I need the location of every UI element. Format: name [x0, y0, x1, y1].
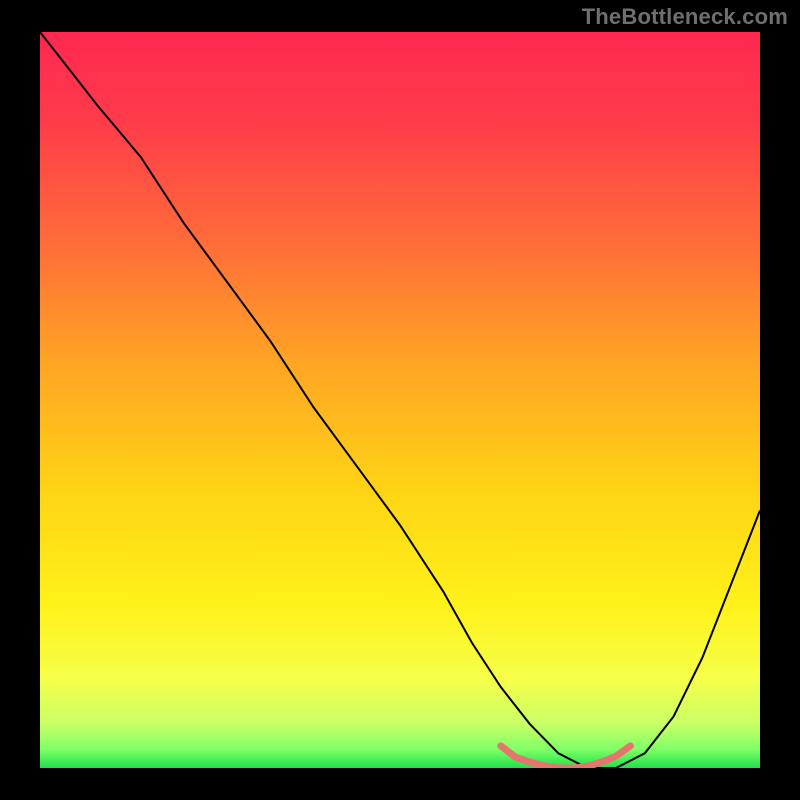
watermark-text: TheBottleneck.com: [582, 4, 788, 30]
chart-background: [40, 32, 760, 768]
plot-area: [40, 32, 760, 768]
chart-frame: TheBottleneck.com: [0, 0, 800, 800]
chart-svg: [40, 32, 760, 768]
